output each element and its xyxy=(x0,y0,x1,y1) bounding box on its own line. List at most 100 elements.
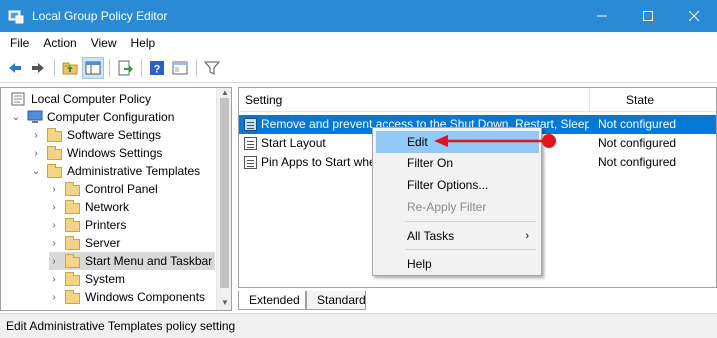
tree-node-control-panel[interactable]: › Control Panel xyxy=(49,180,158,198)
tree-scrollbar[interactable]: ▲ ▼ xyxy=(216,88,231,310)
policy-setting-icon xyxy=(244,118,257,131)
column-header-state[interactable]: State xyxy=(620,88,654,112)
folder-icon xyxy=(65,254,81,268)
expand-chevron-icon[interactable]: › xyxy=(49,198,59,216)
policy-setting-icon xyxy=(244,156,257,169)
tree-node-label: Windows Components xyxy=(85,290,206,304)
tab-extended[interactable]: Extended xyxy=(238,291,306,310)
tree-node-label: Windows Settings xyxy=(67,146,163,160)
svg-text:?: ? xyxy=(154,64,161,76)
properties-button[interactable] xyxy=(169,57,191,79)
group-policy-app-icon xyxy=(8,8,24,24)
expand-chevron-icon[interactable]: › xyxy=(49,270,59,288)
tree-node-network[interactable]: › Network xyxy=(49,198,129,216)
scroll-down-icon[interactable]: ▼ xyxy=(217,298,231,310)
expand-chevron-icon[interactable]: › xyxy=(49,234,59,252)
show-hide-tree-button[interactable] xyxy=(82,57,104,79)
toolbar-separator xyxy=(141,59,142,77)
folder-open-icon xyxy=(47,164,63,178)
title-bar: Local Group Policy Editor xyxy=(0,0,717,32)
folder-icon xyxy=(47,128,63,142)
collapse-chevron-icon[interactable]: ⌄ xyxy=(31,162,41,180)
toolbar-separator xyxy=(109,59,110,77)
menu-help[interactable]: Help xyxy=(124,33,163,53)
setting-state: Not configured xyxy=(598,136,677,150)
scrollbar-thumb[interactable] xyxy=(220,98,229,288)
tree-node-windows-settings[interactable]: › Windows Settings xyxy=(31,144,162,162)
tree-node-printers[interactable]: › Printers xyxy=(49,216,126,234)
status-bar: Edit Administrative Templates policy set… xyxy=(0,313,717,338)
maximize-icon xyxy=(643,11,653,21)
properties-icon xyxy=(172,61,188,75)
setting-state: Not configured xyxy=(598,117,677,131)
tree-node-server[interactable]: › Server xyxy=(49,234,120,252)
tree-node-computer-configuration[interactable]: ⌄ Computer Configuration xyxy=(11,108,175,126)
folder-icon xyxy=(47,146,63,160)
folder-icon xyxy=(65,236,81,250)
expand-chevron-icon[interactable]: › xyxy=(31,144,41,162)
menu-item-label: All Tasks xyxy=(407,229,455,243)
computer-icon xyxy=(27,110,43,124)
expand-chevron-icon[interactable]: › xyxy=(49,252,59,270)
menu-file[interactable]: File xyxy=(3,33,36,53)
expand-chevron-icon[interactable]: › xyxy=(31,126,41,144)
policy-setting-icon xyxy=(244,137,257,150)
window-title: Local Group Policy Editor xyxy=(32,9,168,23)
tree-node-label: System xyxy=(85,272,126,286)
column-header-setting[interactable]: Setting xyxy=(239,88,282,112)
export-list-button[interactable] xyxy=(114,57,136,79)
toolbar-separator xyxy=(54,59,55,77)
folder-icon xyxy=(65,290,81,304)
folder-icon xyxy=(65,218,81,232)
folder-icon xyxy=(65,182,81,196)
forward-button[interactable] xyxy=(27,57,49,79)
context-menu-reapply-filter: Re-Apply Filter xyxy=(407,200,487,214)
up-folder-icon xyxy=(62,62,78,75)
tree-node-label: Administrative Templates xyxy=(67,164,201,178)
up-one-level-button[interactable] xyxy=(59,57,81,79)
close-icon xyxy=(689,11,699,21)
tree-node-label: Local Computer Policy xyxy=(31,92,152,106)
tree-node-administrative-templates[interactable]: ⌄ Administrative Templates xyxy=(31,162,200,180)
tree-node-local-computer-policy[interactable]: Local Computer Policy xyxy=(5,90,151,108)
menu-action[interactable]: Action xyxy=(36,33,83,53)
forward-arrow-icon xyxy=(32,63,44,73)
help-icon: ? xyxy=(150,61,164,76)
filter-button[interactable] xyxy=(201,57,223,79)
back-arrow-icon xyxy=(9,63,21,73)
tree-node-start-menu-and-taskbar[interactable]: › Start Menu and Taskbar xyxy=(49,252,215,270)
console-tree[interactable]: Local Computer Policy ⌄ Computer Configu… xyxy=(0,87,232,311)
expand-chevron-icon[interactable]: › xyxy=(49,216,59,234)
tree-node-label: Control Panel xyxy=(85,182,158,196)
tree-node-system[interactable]: › System xyxy=(49,270,125,288)
view-tabs: Extended Standard xyxy=(238,291,717,311)
context-menu-filter-on[interactable]: Filter On xyxy=(376,152,539,174)
expand-chevron-icon[interactable]: › xyxy=(49,180,59,198)
close-button[interactable] xyxy=(671,0,717,32)
tree-node-software-settings[interactable]: › Software Settings xyxy=(31,126,161,144)
filter-icon xyxy=(204,61,220,75)
show-hide-tree-icon xyxy=(85,61,101,75)
submenu-arrow-icon: › xyxy=(525,230,529,242)
collapse-chevron-icon[interactable]: ⌄ xyxy=(11,108,21,126)
computer-policy-icon xyxy=(11,92,27,106)
tree-node-windows-components[interactable]: › Windows Components xyxy=(49,288,205,306)
context-menu-filter-options[interactable]: Filter Options... xyxy=(376,174,539,196)
maximize-button[interactable] xyxy=(625,0,671,32)
context-menu-help[interactable]: Help xyxy=(376,253,539,275)
minimize-button[interactable] xyxy=(579,0,625,32)
scroll-up-icon[interactable]: ▲ xyxy=(217,88,231,98)
help-button[interactable]: ? xyxy=(146,57,168,79)
export-list-icon xyxy=(118,60,133,76)
minimize-icon xyxy=(597,15,607,17)
menu-bar: File Action View Help xyxy=(0,32,717,54)
list-header: Setting State xyxy=(239,88,716,112)
menu-view[interactable]: View xyxy=(84,33,124,53)
context-menu-all-tasks[interactable]: All Tasks › xyxy=(376,225,539,247)
column-divider[interactable] xyxy=(589,88,590,112)
tree-node-label: Start Menu and Taskbar xyxy=(85,254,213,268)
back-button[interactable] xyxy=(4,57,26,79)
tab-standard[interactable]: Standard xyxy=(306,291,366,310)
expand-chevron-icon[interactable]: › xyxy=(49,288,59,306)
tree-node-label: Software Settings xyxy=(67,128,162,142)
